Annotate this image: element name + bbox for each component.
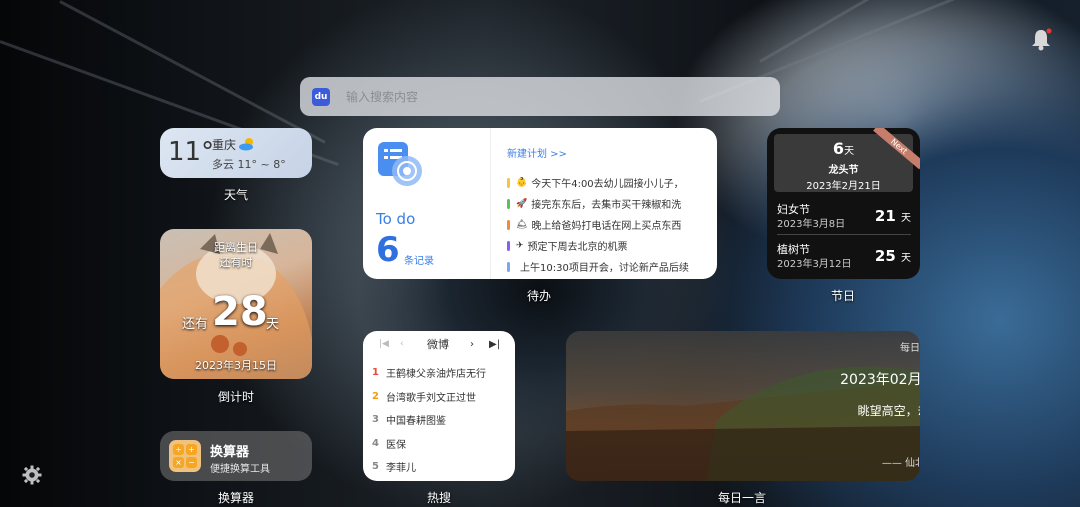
divider (777, 234, 911, 235)
todo-count-unit: 条记录 (404, 256, 434, 267)
quote-label: 每日一言 (900, 343, 920, 354)
calculator-title: 换算器 (210, 445, 250, 460)
first-page-icon[interactable]: |◀ (379, 339, 389, 349)
todo-widget[interactable]: To do 6 条记录 新建计划 >> 👶 今天下午4:00去幼儿园接小儿子， 🚀… (363, 128, 717, 279)
hot-search-item[interactable]: 3 中国春耕图鉴 (372, 408, 506, 432)
quote-caption: 每日一言 (717, 491, 766, 505)
weather-temperature: 11° (168, 137, 215, 167)
bell-icon[interactable] (1030, 28, 1052, 52)
background-strut (759, 0, 1038, 63)
countdown-label-sub: 还有时 (219, 256, 253, 269)
baidu-icon[interactable]: du (312, 87, 330, 106)
next-page-icon[interactable]: › (470, 339, 474, 350)
last-page-icon[interactable]: ▶| (489, 339, 500, 350)
prev-page-icon[interactable]: ‹ (400, 339, 404, 349)
search-bar[interactable]: du (300, 77, 780, 116)
background-strut (59, 0, 326, 144)
countdown-unit: 天 (266, 317, 280, 332)
hot-search-widget[interactable]: |◀ ‹ 微博 › ▶| 1 王鹤棣父亲油炸店无行 2 台湾歌手刘文正过世 3 中国春… (363, 331, 515, 481)
todo-item[interactable]: 上午10:30项目开会，讨论新产品后续 (507, 256, 703, 277)
todo-count: 6 (376, 230, 400, 270)
countdown-date: 2023年3月15日 (195, 359, 277, 372)
quote-author: —— 仙北默 —— (881, 458, 920, 469)
quote-text: 眺望高空，却无法上去! (857, 404, 920, 418)
todo-list: 👶 今天下午4:00去幼儿园接小儿子， 🚀 接完东东后，去集市买干辣椒和洗 🛎 晚上给… (507, 172, 703, 277)
countdown-caption: 倒计时 (217, 390, 254, 404)
next-festival-days: 6 (832, 139, 845, 158)
countdown-label-top: 距离生日 (214, 241, 258, 254)
new-plan-link[interactable]: 新建计划 >> (507, 145, 567, 160)
todo-target-icon (378, 142, 422, 186)
hot-search-list: 1 王鹤棣父亲油炸店无行 2 台湾歌手刘文正过世 3 中国春耕图鉴 4 医保 5 李菲儿 (372, 361, 506, 479)
todo-caption: 待办 (526, 289, 551, 303)
hot-search-item[interactable]: 2 台湾歌手刘文正过世 (372, 385, 506, 409)
weather-condition: 多云 11° ~ 8° (212, 158, 286, 171)
festival-caption: 节日 (830, 289, 855, 303)
todo-item[interactable]: 🚀 接完东东后，去集市买干辣椒和洗 (507, 193, 703, 214)
hot-search-caption: 热搜 (426, 491, 451, 505)
daily-quote-widget[interactable]: 每日一言 2023年02月15日 星期三 眺望高空，却无法上去! —— 仙北默 … (566, 331, 920, 481)
calculator-widget[interactable]: ÷ + × − 换算器 便捷换算工具 (160, 431, 312, 481)
calculator-caption: 换算器 (217, 491, 254, 505)
hot-search-header: |◀ ‹ 微博 › ▶| (363, 331, 515, 357)
todo-item[interactable]: 👶 今天下午4:00去幼儿园接小儿子， (507, 172, 703, 193)
festival-widget[interactable]: 6天 龙头节 2023年2月21日 Next 妇女节 2023年3月8日 21 … (767, 128, 920, 279)
search-input[interactable] (344, 88, 768, 105)
hot-search-item[interactable]: 4 医保 (372, 432, 506, 456)
calculator-icon: ÷ + × − (169, 440, 201, 472)
next-festival-date: 2023年2月21日 (806, 181, 881, 192)
quote-date: 2023年02月15日 星期三 (840, 372, 920, 388)
calculator-subtitle: 便捷换算工具 (210, 464, 270, 475)
divider (490, 128, 491, 279)
todo-item[interactable]: 🛎 晚上给爸妈打电话在网上买点东西 (507, 214, 703, 235)
hot-search-item[interactable]: 1 王鹤棣父亲油炸店无行 (372, 361, 506, 385)
todo-item[interactable]: ✈ 预定下周去北京的机票 (507, 235, 703, 256)
weather-caption: 天气 (223, 188, 248, 202)
gear-icon[interactable] (22, 465, 42, 485)
hot-search-item[interactable]: 5 李菲儿 (372, 455, 506, 479)
next-festival: 6天 龙头节 2023年2月21日 Next (774, 128, 920, 192)
countdown-widget[interactable]: 距离生日 还有时 还有 28 天 2023年3月15日 (160, 229, 312, 379)
todo-label: To do (376, 210, 416, 228)
countdown-prefix: 还有 (182, 317, 209, 332)
weather-widget[interactable]: 11° 重庆 多云 11° ~ 8° (160, 128, 312, 178)
weather-city: 重庆 (212, 138, 237, 152)
countdown-days: 28 (212, 289, 268, 335)
hot-search-source: 微博 (427, 338, 449, 351)
next-festival-name: 龙头节 (828, 165, 859, 176)
cloud-sun-icon (239, 138, 253, 151)
